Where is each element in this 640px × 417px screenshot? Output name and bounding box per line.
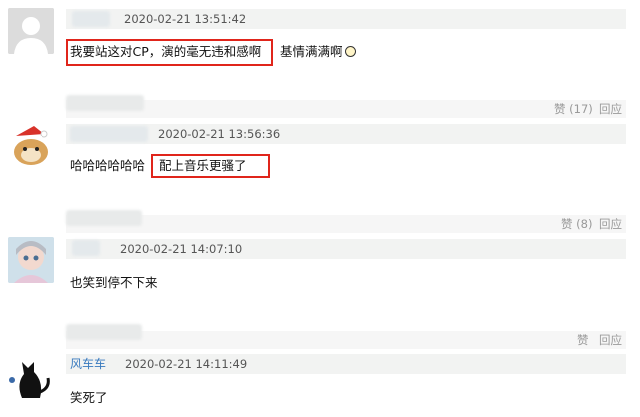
comment-text: 基情满满啊	[280, 44, 356, 60]
comment-text: 笑死了	[70, 390, 108, 405]
highlight-box	[66, 39, 273, 66]
blurred-username	[72, 240, 100, 256]
smile-emoji-icon	[344, 46, 356, 57]
comment-action-bar	[66, 215, 626, 233]
blurred-content	[66, 324, 142, 340]
highlight-box	[151, 154, 270, 178]
comment-action-bar	[66, 100, 626, 118]
cat-santa-avatar-icon	[8, 122, 54, 168]
reply-button[interactable]: 回应	[599, 217, 622, 231]
like-button[interactable]: 赞 (17)	[554, 102, 593, 116]
black-cat-avatar-icon	[8, 352, 54, 398]
comment-time: 2020-02-21 14:11:49	[125, 357, 248, 371]
comment-meta-bar	[66, 124, 626, 144]
comment-username-link[interactable]: 风车车	[70, 357, 106, 371]
default-user-icon	[8, 8, 54, 54]
comment-text-after: 基情满满啊	[280, 44, 343, 59]
reply-button[interactable]: 回应	[599, 333, 622, 347]
avatar-cat-santa[interactable]	[8, 122, 54, 168]
like-button[interactable]: 赞	[577, 333, 589, 347]
comment-action-bar	[66, 331, 626, 349]
reply-button[interactable]: 回应	[599, 102, 622, 116]
blurred-username	[70, 126, 148, 142]
blurred-content	[66, 210, 142, 226]
comment-text: 也笑到停不下来	[70, 275, 158, 290]
girl-avatar-icon	[8, 237, 54, 283]
blurred-username	[72, 11, 110, 27]
blurred-content	[66, 95, 144, 111]
avatar-girl[interactable]	[8, 237, 54, 283]
comment-time: 2020-02-21 13:51:42	[124, 12, 247, 26]
like-button[interactable]: 赞 (8)	[561, 217, 592, 231]
avatar-default[interactable]	[8, 8, 54, 54]
comment-time: 2020-02-21 13:56:36	[158, 127, 281, 141]
comment-time: 2020-02-21 14:07:10	[120, 242, 243, 256]
avatar-black-cat[interactable]	[8, 352, 54, 398]
comment-text-before: 哈哈哈哈哈哈	[70, 158, 146, 173]
